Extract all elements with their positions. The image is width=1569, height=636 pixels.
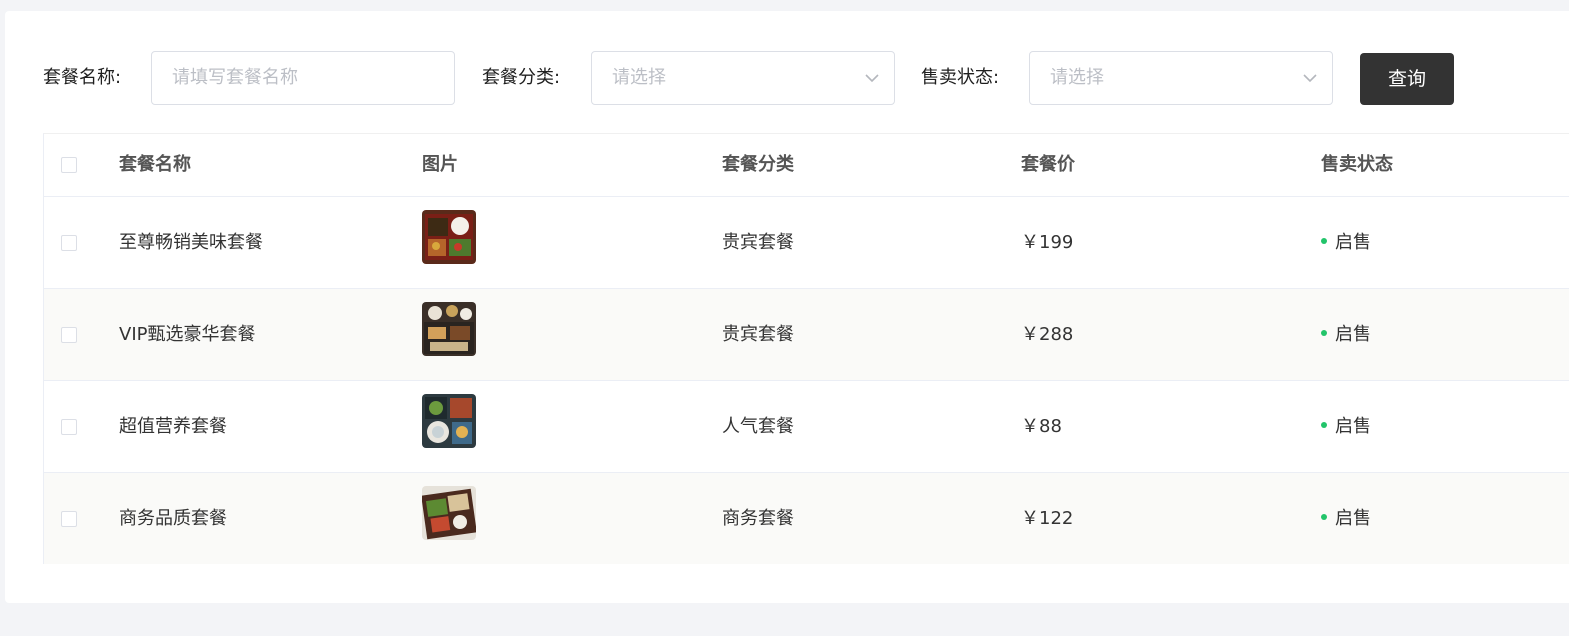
status-filter-label: 售卖状态: bbox=[921, 67, 1000, 88]
status-text: 启售 bbox=[1335, 232, 1371, 253]
status-dot-icon bbox=[1321, 422, 1327, 428]
combo-price: ￥88 bbox=[1021, 416, 1062, 437]
status-text: 启售 bbox=[1335, 324, 1371, 345]
status-dot-icon bbox=[1321, 238, 1327, 244]
row-checkbox[interactable] bbox=[61, 419, 77, 435]
chevron-down-icon bbox=[865, 74, 879, 83]
combo-table: 套餐名称 图片 套餐分类 套餐价 售卖状态 至尊畅销美味套餐 贵宾套餐 ￥199… bbox=[43, 133, 1569, 564]
combo-price: ￥122 bbox=[1021, 508, 1074, 529]
name-filter-label: 套餐名称: bbox=[43, 67, 122, 88]
table-header: 套餐名称 图片 套餐分类 套餐价 售卖状态 bbox=[44, 134, 1569, 197]
combo-image[interactable] bbox=[422, 210, 476, 264]
header-name[interactable]: 套餐名称 bbox=[119, 134, 191, 196]
table-row[interactable]: 至尊畅销美味套餐 贵宾套餐 ￥199 启售 bbox=[44, 197, 1569, 289]
combo-name: 超值营养套餐 bbox=[119, 416, 227, 437]
query-button[interactable]: 查询 bbox=[1360, 53, 1454, 105]
status-badge: 启售 bbox=[1321, 473, 1371, 564]
status-badge: 启售 bbox=[1321, 289, 1371, 380]
combo-name: 商务品质套餐 bbox=[119, 508, 227, 529]
table-row[interactable]: 超值营养套餐 人气套餐 ￥88 启售 bbox=[44, 381, 1569, 473]
table-row[interactable]: 商务品质套餐 商务套餐 ￥122 启售 bbox=[44, 473, 1569, 564]
content-card: 套餐名称: 请填写套餐名称 套餐分类: 请选择 售卖状态: 请选择 查询 套餐名… bbox=[5, 11, 1569, 603]
combo-price: ￥288 bbox=[1021, 324, 1074, 345]
combo-price: ￥199 bbox=[1021, 232, 1074, 253]
status-badge: 启售 bbox=[1321, 197, 1371, 288]
name-search-placeholder: 请填写套餐名称 bbox=[172, 67, 298, 88]
combo-name: 至尊畅销美味套餐 bbox=[119, 232, 263, 253]
combo-image[interactable] bbox=[422, 394, 476, 448]
row-checkbox[interactable] bbox=[61, 511, 77, 527]
combo-category: 人气套餐 bbox=[722, 416, 794, 437]
combo-image[interactable] bbox=[422, 486, 476, 540]
select-all-checkbox[interactable] bbox=[61, 157, 77, 173]
combo-name: VIP甄选豪华套餐 bbox=[119, 324, 256, 345]
combo-category: 贵宾套餐 bbox=[722, 324, 794, 345]
status-text: 启售 bbox=[1335, 508, 1371, 529]
combo-category: 贵宾套餐 bbox=[722, 232, 794, 253]
name-search-input[interactable]: 请填写套餐名称 bbox=[151, 51, 455, 105]
category-select[interactable]: 请选择 bbox=[591, 51, 895, 105]
status-dot-icon bbox=[1321, 514, 1327, 520]
header-category[interactable]: 套餐分类 bbox=[722, 134, 794, 196]
status-select[interactable]: 请选择 bbox=[1029, 51, 1333, 105]
header-status[interactable]: 售卖状态 bbox=[1321, 134, 1393, 196]
chevron-down-icon bbox=[1303, 74, 1317, 83]
status-dot-icon bbox=[1321, 330, 1327, 336]
status-select-placeholder: 请选择 bbox=[1050, 67, 1104, 88]
row-checkbox[interactable] bbox=[61, 235, 77, 251]
row-checkbox[interactable] bbox=[61, 327, 77, 343]
category-filter-label: 套餐分类: bbox=[482, 67, 561, 88]
status-badge: 启售 bbox=[1321, 381, 1371, 472]
combo-image[interactable] bbox=[422, 302, 476, 356]
table-row[interactable]: VIP甄选豪华套餐 贵宾套餐 ￥288 启售 bbox=[44, 289, 1569, 381]
header-price[interactable]: 套餐价 bbox=[1021, 134, 1075, 196]
combo-category: 商务套餐 bbox=[722, 508, 794, 529]
status-text: 启售 bbox=[1335, 416, 1371, 437]
category-select-placeholder: 请选择 bbox=[612, 67, 666, 88]
header-image: 图片 bbox=[422, 154, 458, 175]
